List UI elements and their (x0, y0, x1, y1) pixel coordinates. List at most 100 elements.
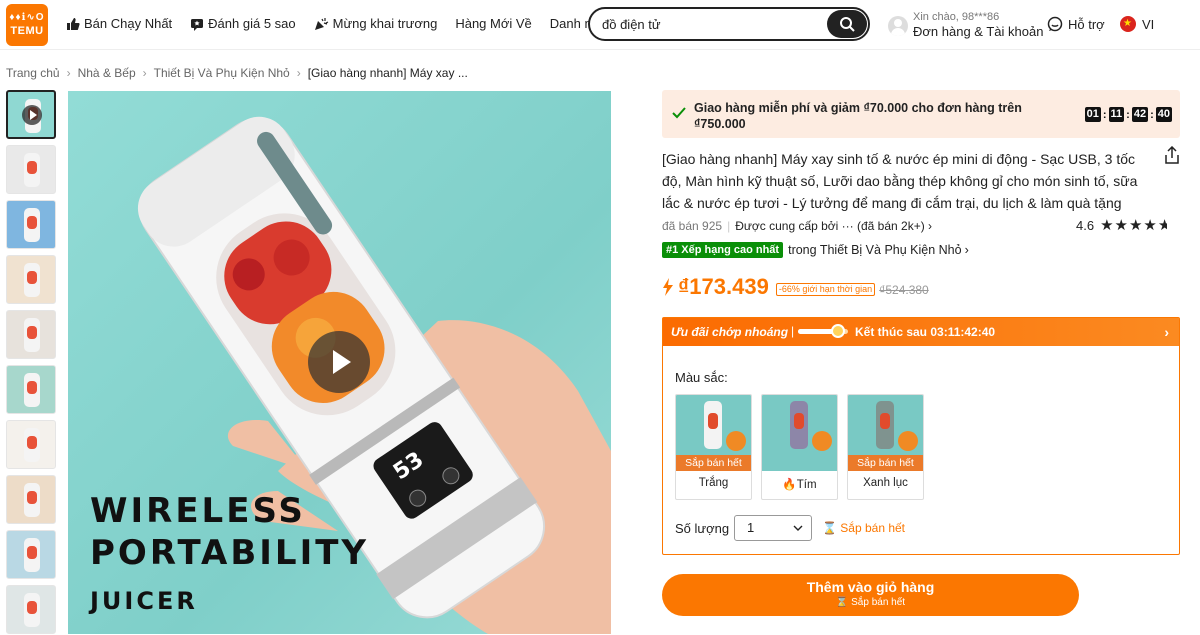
thumbnail[interactable] (6, 255, 56, 304)
timer-minutes: 11 (1108, 107, 1125, 122)
quantity-label: Số lượng (675, 521, 730, 536)
nav-label: Bán Chạy Nhất (84, 16, 173, 31)
language-label: VI (1142, 16, 1155, 32)
breadcrumb-home[interactable]: Trang chủ (6, 66, 60, 80)
play-video-button[interactable] (308, 331, 370, 393)
free-shipping-banner: Giao hàng miễn phí và giảm ₫70.000 cho đ… (662, 90, 1180, 138)
temu-logo[interactable]: ♦♦ℹ∿O TEMU (6, 4, 48, 46)
color-name: Trắng (698, 477, 729, 489)
flash-sale-header[interactable]: Ưu đãi chớp nhoáng | Kết thúc sau 03:11:… (663, 318, 1179, 346)
quantity-status: ⌛ Sắp bán hết (822, 521, 905, 535)
quantity-value: 1 (747, 520, 755, 535)
color-name: 🔥Tím (762, 477, 837, 491)
color-label: Màu sắc: (675, 370, 728, 385)
original-price: ₫524.380 (879, 283, 929, 297)
thumbnail[interactable] (6, 420, 56, 469)
language-selector[interactable]: VI (1120, 16, 1154, 32)
thumbnail[interactable] (6, 365, 56, 414)
breadcrumb-small-appliances[interactable]: Thiết Bị Và Phụ Kiện Nhỏ (154, 66, 290, 80)
add-to-cart-button[interactable]: Thêm vào giỏ hàng ⌛ Sắp bán hết (662, 574, 1079, 616)
quantity-status-text: Sắp bán hết (840, 521, 906, 535)
support-chat-icon (1047, 16, 1063, 32)
countdown-timer: 01: 11: 42: 40 (1084, 107, 1172, 122)
low-stock-tag: Sắp bán hết (848, 455, 923, 471)
add-to-cart-label: Thêm vào giỏ hàng (806, 579, 935, 595)
hourglass-icon: ⌛ (822, 521, 837, 535)
vietnam-flag-icon (1120, 16, 1136, 32)
color-option-purple[interactable]: 🔥Tím (761, 394, 838, 500)
chevron-down-icon (793, 525, 803, 531)
shipping-text: Giao hàng miễn phí và giảm ₫70.000 cho đ… (694, 101, 1022, 131)
nav-best-sellers[interactable]: Bán Chạy Nhất (66, 16, 172, 31)
search-input[interactable] (602, 15, 822, 33)
share-icon[interactable] (1164, 146, 1180, 164)
chevron-right-icon: › (964, 243, 969, 257)
account-menu[interactable]: Xin chào, 98***86 Đơn hàng & Tài khoản (888, 11, 1043, 40)
timer-hours: 01 (1084, 107, 1101, 122)
flash-sale-panel: Ưu đãi chớp nhoáng | Kết thúc sau 03:11:… (662, 317, 1180, 555)
breadcrumb-home-kitchen[interactable]: Nhà & Bếp (78, 66, 136, 80)
thumbnail-list (6, 90, 58, 635)
timer-seconds: 42 (1131, 107, 1149, 122)
thumbnail-video[interactable] (6, 90, 56, 139)
rating[interactable]: 4.6 ★★★★★ (1076, 216, 1167, 234)
thumbnail[interactable] (6, 200, 56, 249)
search-bar (588, 7, 870, 41)
logo-mark: ♦♦ℹ∿O (9, 12, 45, 23)
rank-badge: #1 Xếp hạng cao nhất (662, 242, 784, 258)
nav-five-star[interactable]: Đánh giá 5 sao (190, 16, 296, 31)
breadcrumb-separator-icon: › (142, 66, 147, 80)
thumbs-up-icon (67, 17, 80, 30)
breadcrumb-separator-icon: › (66, 66, 71, 80)
nav-label: Mừng khai trương (332, 16, 438, 31)
discount-badge: -66% giới hạn thời gian (775, 283, 876, 296)
current-price: ₫173.439 (678, 274, 769, 299)
color-name: Xanh lục (863, 477, 908, 489)
image-caption-line: JUICER (90, 587, 198, 615)
party-popper-icon (314, 17, 328, 30)
thumbnail[interactable] (6, 310, 56, 359)
check-icon (672, 107, 686, 119)
product-title: [Giao hàng nhanh] Máy xay sinh tố & nước… (662, 151, 1138, 211)
color-option-green[interactable]: Sắp bán hết Xanh lục (847, 394, 924, 500)
play-icon (22, 105, 42, 125)
nav-grand-opening[interactable]: Mừng khai trương (314, 16, 438, 31)
support-label: Hỗ trợ (1068, 16, 1105, 32)
nav-label: Đánh giá 5 sao (208, 16, 296, 31)
rating-stars-icon: ★★★★★ (1100, 216, 1167, 234)
flash-sale-title: Ưu đãi chớp nhoáng (671, 325, 789, 339)
thumbnail[interactable] (6, 530, 56, 579)
main-nav: Bán Chạy Nhất Đánh giá 5 sao Mừng khai t… (66, 16, 643, 31)
avatar (888, 15, 908, 36)
rank-row[interactable]: #1 Xếp hạng cao nhất trong Thiết Bị Và P… (662, 242, 969, 258)
low-stock-tag: Sắp bán hết (676, 455, 751, 471)
price-row: ₫173.439 -66% giới hạn thời gian ₫524.38… (662, 274, 929, 300)
add-to-cart-sub-text: Sắp bán hết (851, 597, 906, 608)
divider: | (791, 324, 795, 338)
support-link[interactable]: Hỗ trợ (1047, 16, 1105, 32)
search-button[interactable] (827, 10, 867, 38)
account-greeting: Xin chào, 98***86 (913, 11, 1000, 23)
sold-count: đã bán 925 (662, 219, 723, 233)
thumbnail[interactable] (6, 585, 56, 634)
flame-icon: 🔥 (782, 479, 797, 491)
rating-value: 4.6 (1076, 218, 1095, 233)
rank-category: trong Thiết Bị Và Phụ Kiện Nhỏ (788, 243, 962, 257)
flash-progress-knob (831, 324, 845, 338)
product-main-image[interactable]: 53 WIRELESS PORTABILITY JUICER (68, 91, 611, 634)
account-orders-label: Đơn hàng & Tài khoản (913, 24, 1044, 39)
thumbnail[interactable] (6, 475, 56, 524)
color-option-white[interactable]: Sắp bán hết Trắng (675, 394, 752, 500)
image-caption-line: PORTABILITY (90, 533, 370, 573)
nav-new-arrivals[interactable]: Hàng Mới Về (455, 16, 531, 31)
breadcrumb: Trang chủ › Nhà & Bếp › Thiết Bị Và Phụ … (6, 66, 468, 80)
header: ♦♦ℹ∿O TEMU Bán Chạy Nhất Đánh giá 5 sao … (0, 0, 1200, 50)
thumbnail[interactable] (6, 145, 56, 194)
search-icon (840, 17, 855, 32)
image-caption-line: WIRELESS (90, 491, 306, 531)
supplier-link[interactable]: Được cung cấp bởi ··· (đã bán 2k+) (735, 219, 925, 233)
quantity-select[interactable]: 1 (734, 515, 812, 541)
star-review-icon (191, 18, 204, 31)
chevron-right-icon: › (1164, 324, 1169, 340)
breadcrumb-current: [Giao hàng nhanh] Máy xay ... (307, 66, 468, 80)
